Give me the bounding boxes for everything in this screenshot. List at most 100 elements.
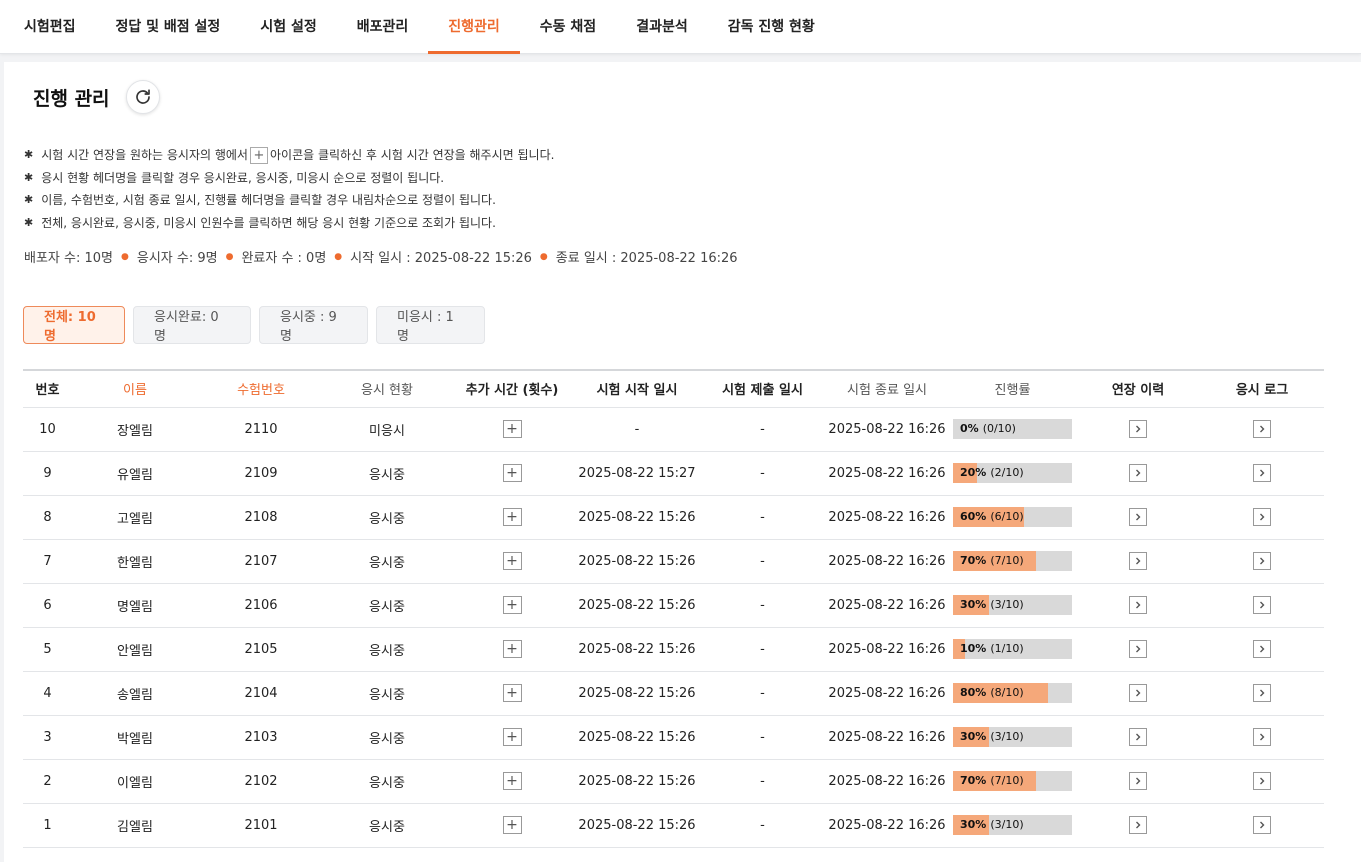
add-time-button[interactable]: + (502, 464, 522, 482)
add-time-button[interactable]: + (502, 816, 522, 834)
nav-tab[interactable]: 수동 채점 (520, 0, 616, 54)
progress-count: (7/10) (990, 774, 1024, 787)
header-exam-no[interactable]: 수험번호 (198, 370, 324, 408)
add-time-button[interactable]: + (502, 684, 522, 702)
nav-tab[interactable]: 감독 진행 현황 (708, 0, 835, 54)
cell-exam-log (1200, 495, 1324, 540)
add-time-button[interactable]: + (502, 552, 522, 570)
add-time-button[interactable]: + (502, 640, 522, 658)
nav-tab[interactable]: 시험편집 (4, 0, 96, 54)
filter-in-progress-button[interactable]: 응시중 : 9명 (259, 306, 368, 344)
nav-tab[interactable]: 배포관리 (337, 0, 429, 54)
cell-no: 2 (23, 759, 72, 804)
cell-end: 2025-08-22 16:26 (825, 803, 949, 848)
cell-exam-log (1200, 539, 1324, 584)
header-end[interactable]: 시험 종료 일시 (825, 370, 949, 408)
extension-history-button[interactable] (1129, 420, 1147, 438)
plus-icon: + (249, 146, 268, 164)
progress-percent: 70% (960, 774, 987, 787)
note-text: 이름, 수험번호, 시험 종료 일시, 진행률 헤더명을 클릭할 경우 내림차순… (41, 193, 496, 207)
header-name[interactable]: 이름 (72, 370, 198, 408)
refresh-button[interactable] (125, 80, 160, 114)
note-text: 아이콘을 클릭하신 후 시험 시간 연장을 해주시면 됩니다. (269, 148, 555, 162)
cell-extra-time: + (450, 803, 574, 848)
cell-name: 박엘림 (72, 715, 198, 760)
chevron-right-icon (1260, 469, 1265, 477)
progress-text: 30% (3/10) (960, 595, 1024, 615)
extension-history-button[interactable] (1129, 640, 1147, 658)
extension-history-button[interactable] (1129, 464, 1147, 482)
exam-log-button[interactable] (1253, 816, 1271, 834)
exam-log-button[interactable] (1253, 552, 1271, 570)
progress-count: (8/10) (990, 686, 1024, 699)
chevron-right-icon (1260, 777, 1265, 785)
completed-count: 완료자 수 : 0명 (241, 251, 327, 266)
note-item: ✱ 이름, 수험번호, 시험 종료 일시, 진행률 헤더명을 클릭할 경우 내림… (24, 189, 554, 212)
header-submit: 시험 제출 일시 (700, 370, 825, 408)
cell-submit: - (700, 671, 825, 716)
cell-start: 2025-08-22 15:26 (574, 627, 700, 672)
cell-no: 9 (23, 451, 72, 496)
filter-all-button[interactable]: 전체: 10명 (23, 306, 125, 344)
cell-submit: - (700, 627, 825, 672)
header-extra-time: 추가 시간 (횟수) (450, 370, 574, 408)
exam-log-button[interactable] (1253, 728, 1271, 746)
nav-tab[interactable]: 시험 설정 (240, 0, 336, 54)
progress-percent: 0% (960, 422, 979, 435)
add-time-button[interactable]: + (502, 772, 522, 790)
cell-start: - (574, 407, 700, 452)
end-datetime: 종료 일시 : 2025-08-22 16:26 (555, 251, 738, 266)
guide-notes: ✱ 시험 시간 연장을 원하는 응시자의 행에서 + 아이콘을 클릭하신 후 시… (24, 144, 554, 234)
header-progress[interactable]: 진행률 (949, 370, 1076, 408)
cell-name: 김엘림 (72, 803, 198, 848)
exam-log-button[interactable] (1253, 464, 1271, 482)
extension-history-button[interactable] (1129, 816, 1147, 834)
note-item: ✱ 시험 시간 연장을 원하는 응시자의 행에서 + 아이콘을 클릭하신 후 시… (24, 144, 554, 167)
note-text: 시험 시간 연장을 원하는 응시자의 행에서 (41, 148, 248, 162)
cell-start: 2025-08-22 15:26 (574, 583, 700, 628)
exam-log-button[interactable] (1253, 640, 1271, 658)
cell-start: 2025-08-22 15:26 (574, 803, 700, 848)
progress-text: 30% (3/10) (960, 815, 1024, 835)
progress-bar: 30% (3/10) (953, 815, 1072, 835)
extension-history-button[interactable] (1129, 728, 1147, 746)
chevron-right-icon (1260, 513, 1265, 521)
extension-history-button[interactable] (1129, 552, 1147, 570)
chevron-right-icon (1260, 557, 1265, 565)
nav-tab[interactable]: 결과분석 (616, 0, 708, 54)
filter-completed-button[interactable]: 응시완료: 0명 (133, 306, 251, 344)
extension-history-button[interactable] (1129, 508, 1147, 526)
chevron-right-icon (1136, 821, 1141, 829)
chevron-right-icon (1260, 689, 1265, 697)
cell-start: 2025-08-22 15:26 (574, 495, 700, 540)
exam-log-button[interactable] (1253, 508, 1271, 526)
cell-progress: 30% (3/10) (949, 803, 1076, 848)
exam-log-button[interactable] (1253, 420, 1271, 438)
add-time-button[interactable]: + (502, 728, 522, 746)
exam-log-button[interactable] (1253, 684, 1271, 702)
add-time-button[interactable]: + (502, 596, 522, 614)
cell-extra-time: + (450, 671, 574, 716)
exam-log-button[interactable] (1253, 596, 1271, 614)
cell-no: 7 (23, 539, 72, 584)
progress-bar: 30% (3/10) (953, 727, 1072, 747)
extension-history-button[interactable] (1129, 684, 1147, 702)
add-time-button[interactable]: + (502, 508, 522, 526)
extension-history-button[interactable] (1129, 596, 1147, 614)
filter-not-taken-button[interactable]: 미응시 : 1명 (376, 306, 485, 344)
add-time-button[interactable]: + (502, 420, 522, 438)
extension-history-button[interactable] (1129, 772, 1147, 790)
exam-log-button[interactable] (1253, 772, 1271, 790)
nav-tab[interactable]: 진행관리 (428, 0, 520, 54)
progress-text: 70% (7/10) (960, 771, 1024, 791)
cell-name: 유엘림 (72, 451, 198, 496)
header-status[interactable]: 응시 현황 (324, 370, 450, 408)
header-extension-history: 연장 이력 (1076, 370, 1200, 408)
cell-exam-log (1200, 407, 1324, 452)
table-header-row: 번호 이름 수험번호 응시 현황 추가 시간 (횟수) 시험 시작 일시 시험 … (23, 370, 1324, 408)
cell-extension-history (1076, 803, 1200, 848)
table-row: 1 김엘림 2101 응시중 +2025-08-22 15:26-2025-08-22 … (23, 803, 1324, 848)
nav-tab[interactable]: 정답 및 배점 설정 (96, 0, 241, 54)
cell-end: 2025-08-22 16:26 (825, 407, 949, 452)
cell-exam-no: 2101 (198, 803, 324, 848)
